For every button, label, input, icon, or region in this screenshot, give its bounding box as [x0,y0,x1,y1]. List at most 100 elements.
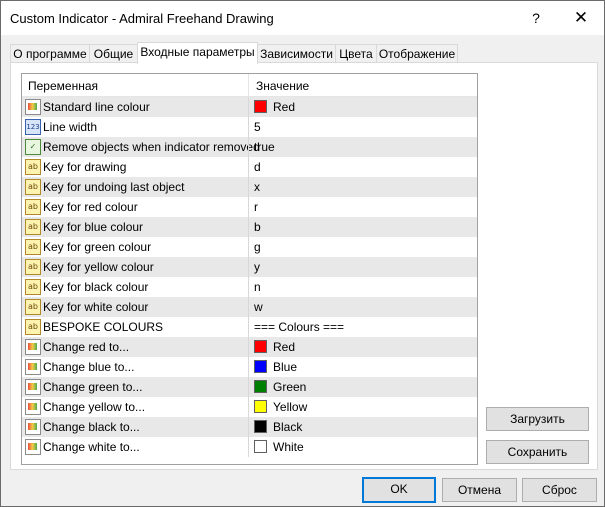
parameter-value[interactable]: Yellow [273,400,307,414]
parameter-name: Key for yellow colour [43,260,154,274]
cell-divider [248,357,249,377]
tab-visualization[interactable]: Отображение [376,44,458,63]
tab-dependencies[interactable]: Зависимости [257,44,336,63]
table-row[interactable]: ab Key for white colour w [22,297,477,317]
window-title: Custom Indicator - Admiral Freehand Draw… [10,11,274,26]
cell-divider [248,137,249,157]
parameter-value[interactable]: Blue [273,360,297,374]
color-palette-icon [25,379,41,395]
table-row[interactable]: ab Key for undoing last object x [22,177,477,197]
color-palette-icon [25,99,41,115]
tab-common[interactable]: Общие [89,44,138,63]
close-button[interactable]: ✕ [559,5,603,31]
cell-divider [248,417,249,437]
table-row[interactable]: Change black to... Black [22,417,477,437]
parameter-value[interactable]: === Colours === [254,320,344,334]
color-swatch[interactable] [254,380,267,393]
parameter-value[interactable]: x [254,180,260,194]
table-row[interactable]: ab Key for yellow colour y [22,257,477,277]
text-type-icon: ab [25,159,41,175]
color-swatch[interactable] [254,100,267,113]
parameter-value[interactable]: Red [273,340,295,354]
table-row[interactable]: Change red to... Red [22,337,477,357]
table-row[interactable]: ab BESPOKE COLOURS === Colours === [22,317,477,337]
parameter-value[interactable]: r [254,200,258,214]
color-swatch[interactable] [254,360,267,373]
cell-divider [248,157,249,177]
title-bar: Custom Indicator - Admiral Freehand Draw… [1,1,604,35]
color-palette-icon [25,419,41,435]
table-row[interactable]: Standard line colour Red [22,97,477,117]
load-button[interactable]: Загрузить [486,407,589,431]
tab-panel: Переменная Значение Standard line colour… [10,62,598,470]
column-variable[interactable]: Переменная [28,79,98,93]
parameter-name: BESPOKE COLOURS [43,320,164,334]
parameter-value[interactable]: b [254,220,261,234]
column-value[interactable]: Значение [256,79,309,93]
cell-divider [248,337,249,357]
tab-about[interactable]: О программе [10,44,90,63]
save-button[interactable]: Сохранить [486,440,589,464]
integer-type-icon: 123 [25,119,41,135]
parameter-value[interactable]: n [254,280,261,294]
cancel-button[interactable]: Отмена [442,478,517,502]
parameter-value[interactable]: true [254,140,275,154]
table-row[interactable]: Change white to... White [22,437,477,457]
table-row[interactable]: Change green to... Green [22,377,477,397]
text-type-icon: ab [25,279,41,295]
color-swatch[interactable] [254,420,267,433]
parameter-value[interactable]: Black [273,420,302,434]
color-swatch[interactable] [254,400,267,413]
cell-divider [248,197,249,217]
ok-button[interactable]: OK [362,477,436,503]
text-type-icon: ab [25,199,41,215]
color-palette-icon [25,399,41,415]
table-row[interactable]: 123 Line width 5 [22,117,477,137]
column-divider[interactable] [248,74,249,96]
table-row[interactable]: ab Key for black colour n [22,277,477,297]
text-type-icon: ab [25,179,41,195]
text-type-icon: ab [25,219,41,235]
parameter-name: Standard line colour [43,100,150,114]
parameter-value[interactable]: Green [273,380,306,394]
parameter-name: Key for blue colour [43,220,144,234]
color-swatch[interactable] [254,440,267,453]
table-row[interactable]: Change yellow to... Yellow [22,397,477,417]
cell-divider [248,97,249,117]
color-palette-icon [25,359,41,375]
parameter-value[interactable]: d [254,160,261,174]
parameter-value[interactable]: Red [273,100,295,114]
color-palette-icon [25,339,41,355]
text-type-icon: ab [25,239,41,255]
tab-inputs[interactable]: Входные параметры [137,42,258,64]
color-palette-icon [25,439,41,455]
parameter-value[interactable]: 5 [254,120,261,134]
parameter-value[interactable]: w [254,300,263,314]
parameter-name: Key for white colour [43,300,149,314]
parameter-name: Key for black colour [43,280,149,294]
cell-divider [248,217,249,237]
cell-divider [248,237,249,257]
parameter-value[interactable]: White [273,440,304,454]
reset-button[interactable]: Сброс [522,478,597,502]
boolean-type-icon: ✓ [25,139,41,155]
parameter-name: Change yellow to... [43,400,146,414]
table-row[interactable]: ab Key for green colour g [22,237,477,257]
help-button[interactable]: ? [514,5,558,31]
table-row[interactable]: ab Key for drawing d [22,157,477,177]
table-row[interactable]: Change blue to... Blue [22,357,477,377]
table-row[interactable]: ab Key for red colour r [22,197,477,217]
parameter-value[interactable]: y [254,260,260,274]
text-type-icon: ab [25,319,41,335]
parameter-value[interactable]: g [254,240,261,254]
table-row[interactable]: ab Key for blue colour b [22,217,477,237]
table-row[interactable]: ✓ Remove objects when indicator removed tr… [22,137,477,157]
parameter-name: Line width [43,120,98,134]
parameter-name: Change green to... [43,380,143,394]
tab-colors[interactable]: Цвета [335,44,377,63]
dialog-window: Custom Indicator - Admiral Freehand Draw… [0,0,605,507]
color-swatch[interactable] [254,340,267,353]
text-type-icon: ab [25,299,41,315]
parameter-name: Key for green colour [43,240,152,254]
cell-divider [248,177,249,197]
